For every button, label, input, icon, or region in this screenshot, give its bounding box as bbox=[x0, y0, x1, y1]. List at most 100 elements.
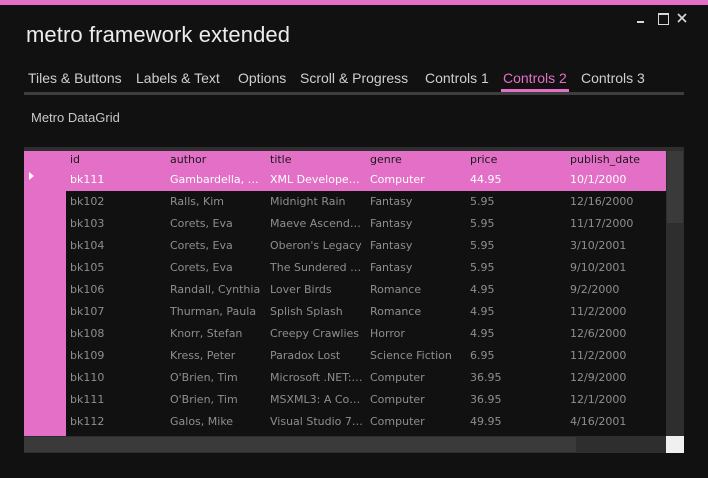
cell-genre[interactable]: Fantasy bbox=[370, 217, 464, 231]
table-row[interactable]: bk105 Corets, Eva The Sundered Grail Fantas… bbox=[66, 257, 666, 279]
cell-title[interactable]: MSXML3: A Comprehensive Guide bbox=[270, 393, 364, 407]
cell-title[interactable]: Paradox Lost bbox=[270, 349, 364, 363]
cell-publish-date[interactable]: 12/6/2000 bbox=[570, 327, 664, 341]
cell-id[interactable]: bk104 bbox=[70, 239, 164, 253]
cell-genre[interactable]: Computer bbox=[370, 173, 464, 187]
cell-publish-date[interactable]: 10/1/2000 bbox=[570, 173, 664, 187]
table-row[interactable]: bk103 Corets, Eva Maeve Ascendant Fantasy 5.… bbox=[66, 213, 666, 235]
cell-publish-date[interactable]: 11/2/2000 bbox=[570, 349, 664, 363]
cell-id[interactable]: bk107 bbox=[70, 305, 164, 319]
cell-price[interactable]: 4.95 bbox=[470, 327, 564, 341]
maximize-icon[interactable] bbox=[656, 11, 670, 25]
cell-author[interactable]: Knorr, Stefan bbox=[170, 327, 264, 341]
cell-author[interactable]: Corets, Eva bbox=[170, 261, 264, 275]
cell-genre[interactable]: Science Fiction bbox=[370, 349, 464, 363]
cell-title[interactable]: Splish Splash bbox=[270, 305, 364, 319]
table-row[interactable]: bk106 Randall, Cynthia Lover Birds Romance 4… bbox=[66, 279, 666, 301]
column-header-author[interactable]: author bbox=[170, 153, 266, 167]
table-row[interactable]: bk104 Corets, Eva Oberon's Legacy Fantasy 5.… bbox=[66, 235, 666, 257]
close-icon[interactable] bbox=[675, 11, 689, 25]
cell-title[interactable]: Oberon's Legacy bbox=[270, 239, 364, 253]
cell-publish-date[interactable]: 9/10/2001 bbox=[570, 261, 664, 275]
column-header-publish-date[interactable]: publish_date bbox=[570, 153, 666, 167]
cell-author[interactable]: Corets, Eva bbox=[170, 239, 264, 253]
table-row[interactable]: bk110 O'Brien, Tim Microsoft .NET: The Pro… bbox=[66, 367, 666, 389]
cell-id[interactable]: bk105 bbox=[70, 261, 164, 275]
cell-title[interactable]: XML Developer's Guide bbox=[270, 173, 364, 187]
table-row[interactable]: bk102 Ralls, Kim Midnight Rain Fantasy 5.95 1… bbox=[66, 191, 666, 213]
cell-id[interactable]: bk108 bbox=[70, 327, 164, 341]
metro-datagrid[interactable]: id author title genre price publish_date… bbox=[24, 147, 684, 453]
column-header-id[interactable]: id bbox=[70, 153, 166, 167]
tab-tiles-buttons[interactable]: Tiles & Buttons bbox=[28, 68, 122, 92]
cell-genre[interactable]: Fantasy bbox=[370, 261, 464, 275]
tab-controls-3[interactable]: Controls 3 bbox=[581, 68, 645, 92]
cell-publish-date[interactable]: 3/10/2001 bbox=[570, 239, 664, 253]
tab-controls-2[interactable]: Controls 2 bbox=[501, 68, 569, 92]
cell-price[interactable]: 36.95 bbox=[470, 393, 564, 407]
cell-author[interactable]: Ralls, Kim bbox=[170, 195, 264, 209]
cell-publish-date[interactable]: 9/2/2000 bbox=[570, 283, 664, 297]
cell-author[interactable]: O'Brien, Tim bbox=[170, 393, 264, 407]
cell-title[interactable]: The Sundered Grail bbox=[270, 261, 364, 275]
cell-author[interactable]: Thurman, Paula bbox=[170, 305, 264, 319]
cell-title[interactable]: Microsoft .NET: The Programming Bible bbox=[270, 371, 364, 385]
cell-publish-date[interactable]: 12/9/2000 bbox=[570, 371, 664, 385]
cell-author[interactable]: Gambardella, Matthew bbox=[170, 173, 264, 187]
table-row[interactable]: bk112 Galos, Mike Visual Studio 7: A Compr… bbox=[66, 411, 666, 433]
cell-price[interactable]: 44.95 bbox=[470, 173, 564, 187]
cell-id[interactable]: bk110 bbox=[70, 371, 164, 385]
cell-title[interactable]: Lover Birds bbox=[270, 283, 364, 297]
cell-id[interactable]: bk106 bbox=[70, 283, 164, 297]
cell-genre[interactable]: Horror bbox=[370, 327, 464, 341]
cell-author[interactable]: Galos, Mike bbox=[170, 415, 264, 429]
cell-genre[interactable]: Romance bbox=[370, 305, 464, 319]
table-row[interactable]: bk107 Thurman, Paula Splish Splash Romance 4… bbox=[66, 301, 666, 323]
cell-price[interactable]: 49.95 bbox=[470, 415, 564, 429]
cell-genre[interactable]: Fantasy bbox=[370, 195, 464, 209]
cell-publish-date[interactable]: 12/16/2000 bbox=[570, 195, 664, 209]
cell-price[interactable]: 5.95 bbox=[470, 195, 564, 209]
cell-genre[interactable]: Computer bbox=[370, 371, 464, 385]
table-row[interactable]: bk111 O'Brien, Tim MSXML3: A Comprehensive… bbox=[66, 389, 666, 411]
tab-controls-1[interactable]: Controls 1 bbox=[425, 68, 489, 92]
cell-price[interactable]: 5.95 bbox=[470, 217, 564, 231]
row-header-column[interactable] bbox=[24, 151, 66, 436]
horizontal-scroll-thumb[interactable] bbox=[24, 437, 576, 452]
table-row[interactable]: bk108 Knorr, Stefan Creepy Crawlies Horror 4… bbox=[66, 323, 666, 345]
cell-author[interactable]: Corets, Eva bbox=[170, 217, 264, 231]
cell-genre[interactable]: Computer bbox=[370, 415, 464, 429]
cell-title[interactable]: Midnight Rain bbox=[270, 195, 364, 209]
cell-genre[interactable]: Computer bbox=[370, 393, 464, 407]
cell-genre[interactable]: Romance bbox=[370, 283, 464, 297]
cell-price[interactable]: 5.95 bbox=[470, 261, 564, 275]
cell-id[interactable]: bk111 bbox=[70, 173, 164, 187]
tab-labels-text[interactable]: Labels & Text bbox=[136, 68, 220, 92]
cell-author[interactable]: Randall, Cynthia bbox=[170, 283, 264, 297]
cell-price[interactable]: 4.95 bbox=[470, 305, 564, 319]
cell-author[interactable]: O'Brien, Tim bbox=[170, 371, 264, 385]
cell-title[interactable]: Creepy Crawlies bbox=[270, 327, 364, 341]
column-header-title[interactable]: title bbox=[270, 153, 366, 167]
column-header-price[interactable]: price bbox=[470, 153, 566, 167]
cell-title[interactable]: Visual Studio 7: A Comprehensive Guide bbox=[270, 415, 364, 429]
cell-publish-date[interactable]: 11/2/2000 bbox=[570, 305, 664, 319]
vertical-scroll-thumb[interactable] bbox=[667, 151, 683, 223]
cell-publish-date[interactable]: 4/16/2001 bbox=[570, 415, 664, 429]
cell-id[interactable]: bk102 bbox=[70, 195, 164, 209]
cell-title[interactable]: Maeve Ascendant bbox=[270, 217, 364, 231]
cell-publish-date[interactable]: 11/17/2000 bbox=[570, 217, 664, 231]
tab-scroll-progress[interactable]: Scroll & Progress bbox=[300, 68, 408, 92]
cell-price[interactable]: 6.95 bbox=[470, 349, 564, 363]
cell-price[interactable]: 36.95 bbox=[470, 371, 564, 385]
horizontal-scrollbar[interactable] bbox=[24, 436, 666, 453]
tab-options[interactable]: Options bbox=[238, 68, 286, 92]
cell-id[interactable]: bk109 bbox=[70, 349, 164, 363]
cell-id[interactable]: bk111 bbox=[70, 393, 164, 407]
cell-price[interactable]: 4.95 bbox=[470, 283, 564, 297]
table-row[interactable]: bk111 Gambardella, Matthew XML Developer's… bbox=[66, 169, 666, 191]
minimize-icon[interactable] bbox=[634, 11, 648, 25]
cell-id[interactable]: bk103 bbox=[70, 217, 164, 231]
cell-publish-date[interactable]: 12/1/2000 bbox=[570, 393, 664, 407]
cell-id[interactable]: bk112 bbox=[70, 415, 164, 429]
